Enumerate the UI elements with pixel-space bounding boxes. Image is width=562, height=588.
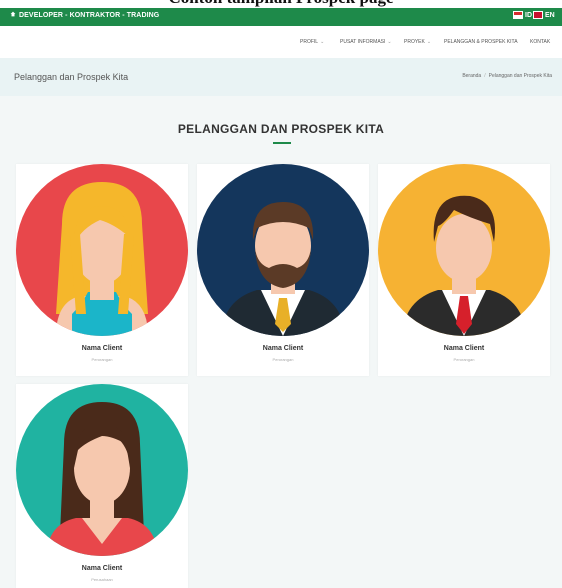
client-card[interactable]: Nama Client Perusahaan [16,384,188,588]
lang-en-link[interactable]: EN [533,11,555,19]
home-icon [10,11,16,17]
breadcrumb-home[interactable]: Beranda [462,73,481,79]
breadcrumb: Beranda / Pelanggan dan Prospek Kita [462,73,552,79]
nav-item-proyek[interactable]: PROYEK ⌄ [404,39,431,45]
client-avatar-icon [378,164,550,336]
client-card[interactable]: Nama Client Perorangan [16,164,188,376]
nav-item-kontak[interactable]: KONTAK [530,39,550,45]
nav-item-pusat-informasi[interactable]: PUSAT INFORMASI ⌄ [340,39,392,45]
client-name: Nama Client [81,565,123,572]
client-type: Perusahaan [91,577,113,582]
main-nav: PROFIL ⌄ PUSAT INFORMASI ⌄ PROYEK ⌄ PELANGG… [0,26,562,58]
heading-underline [273,142,291,144]
page-header: Pelanggan dan Prospek Kita Beranda / Pelan… [0,58,562,96]
nav-item-profil[interactable]: PROFIL ⌄ [300,39,324,45]
chevron-down-icon: ⌄ [320,39,325,45]
page-title: Pelanggan dan Prospek Kita [14,72,129,82]
client-type: Perorangan [91,357,113,362]
lang-id-label: ID [525,11,532,19]
client-name: Nama Client [262,345,304,352]
chevron-down-icon: ⌄ [387,39,392,45]
client-type: Perorangan [272,357,294,362]
client-type: Perorangan [453,357,475,362]
top-bar: DEVELOPER - KONTRAKTOR - TRADING ID EN [0,8,562,26]
client-name: Nama Client [81,345,123,352]
client-card[interactable]: Nama Client Perorangan [197,164,369,376]
brand-text: DEVELOPER - KONTRAKTOR - TRADING [19,12,160,19]
client-card[interactable]: Nama Client Perorangan [378,164,550,376]
lang-en-label: EN [545,11,555,19]
client-avatar-icon [197,164,369,336]
image-caption: Contoh tampilan Prospek page [0,0,562,8]
brand[interactable]: DEVELOPER - KONTRAKTOR - TRADING [10,11,159,19]
uk-flag-icon [533,11,543,19]
lang-id-link[interactable]: ID [513,11,532,19]
client-avatar-icon [16,384,188,556]
client-name: Nama Client [443,345,485,352]
chevron-down-icon: ⌄ [426,39,432,45]
client-avatar-icon [16,164,188,336]
nav-item-pelanggan[interactable]: PELANGGAN & PROSPEK KITA [444,39,518,45]
indonesia-flag-icon [513,11,523,19]
section-heading: PELANGGAN DAN PROSPEK KITA [177,122,385,136]
breadcrumb-current: Pelanggan dan Prospek Kita [488,73,552,79]
